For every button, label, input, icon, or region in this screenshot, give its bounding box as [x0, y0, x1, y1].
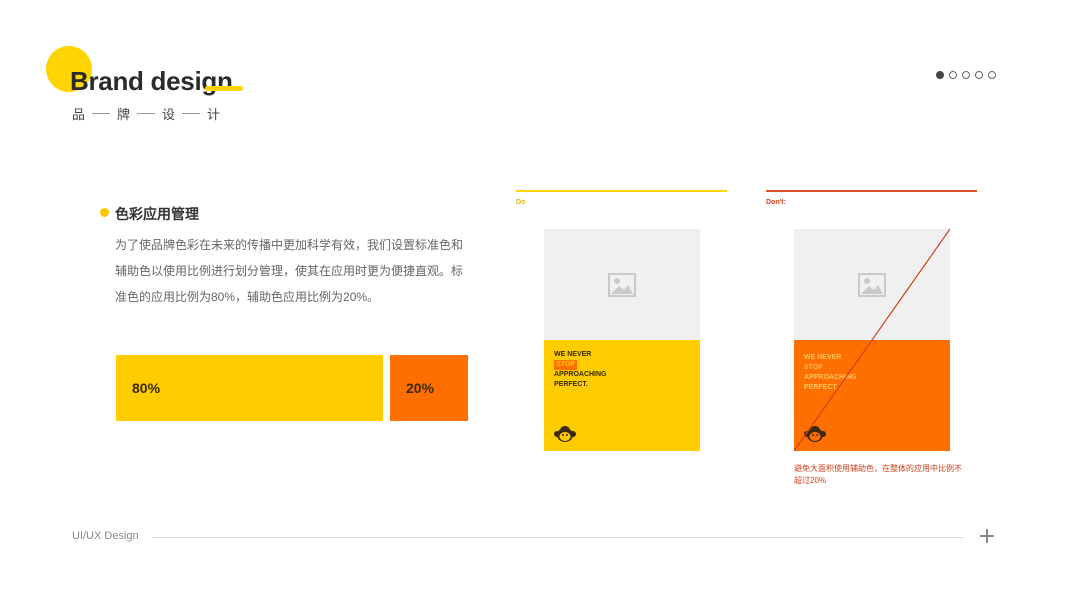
- subtitle-char: 计: [207, 107, 221, 122]
- page-subtitle: 品 牌 设 计: [72, 104, 220, 123]
- plus-icon[interactable]: [980, 529, 994, 543]
- do-slogan: WE NEVER STOP APPROACHING PERFECT.: [554, 350, 607, 390]
- subtitle-char: 品: [72, 107, 86, 122]
- subtitle-dash: [92, 113, 111, 114]
- subtitle-dash: [137, 113, 156, 114]
- dont-strike-line: [794, 229, 950, 451]
- pager-dot-2[interactable]: [949, 71, 957, 79]
- dont-warning-note: 避免大面积使用辅助色，在整体的应用中比例不超过20%: [794, 464, 962, 485]
- subtitle-char: 设: [162, 107, 176, 122]
- do-tag: Do: [516, 199, 526, 206]
- pager-dot-1[interactable]: [936, 71, 944, 79]
- footer-label: UI/UX Design: [72, 530, 139, 542]
- image-placeholder-icon: [608, 272, 636, 297]
- title-underline: [205, 86, 243, 91]
- slogan-line-highlight: STOP: [554, 360, 577, 370]
- dont-rule-line: [766, 190, 977, 192]
- section-bullet: [100, 208, 109, 217]
- secondary-color-bar: 20%: [390, 355, 468, 421]
- do-rule-line: [516, 190, 727, 192]
- primary-color-bar: 80%: [116, 355, 383, 421]
- page-pager: [936, 71, 996, 79]
- primary-ratio-label: 80%: [132, 380, 161, 396]
- pager-dot-5[interactable]: [988, 71, 996, 79]
- dont-tag: Don't:: [766, 199, 786, 206]
- do-color-area: WE NEVER STOP APPROACHING PERFECT.: [544, 340, 700, 451]
- page-title: Brand design: [70, 66, 233, 96]
- subtitle-char: 牌: [117, 107, 131, 122]
- pager-dot-3[interactable]: [962, 71, 970, 79]
- monkey-mascot-icon: [554, 426, 576, 442]
- slogan-line: APPROACHING: [554, 371, 607, 378]
- slogan-line: PERFECT.: [554, 381, 588, 388]
- subtitle-dash: [182, 113, 201, 114]
- slogan-line: WE NEVER: [554, 351, 592, 358]
- section-description: 为了使品牌色彩在未来的传播中更加科学有效，我们设置标准色和辅助色以使用比例进行划…: [115, 238, 464, 304]
- section-title: 色彩应用管理: [115, 206, 199, 222]
- do-example-card: WE NEVER STOP APPROACHING PERFECT.: [544, 229, 700, 451]
- pager-dot-4[interactable]: [975, 71, 983, 79]
- secondary-ratio-label: 20%: [406, 380, 435, 396]
- do-image-area: [544, 229, 700, 340]
- footer-divider: [152, 537, 964, 538]
